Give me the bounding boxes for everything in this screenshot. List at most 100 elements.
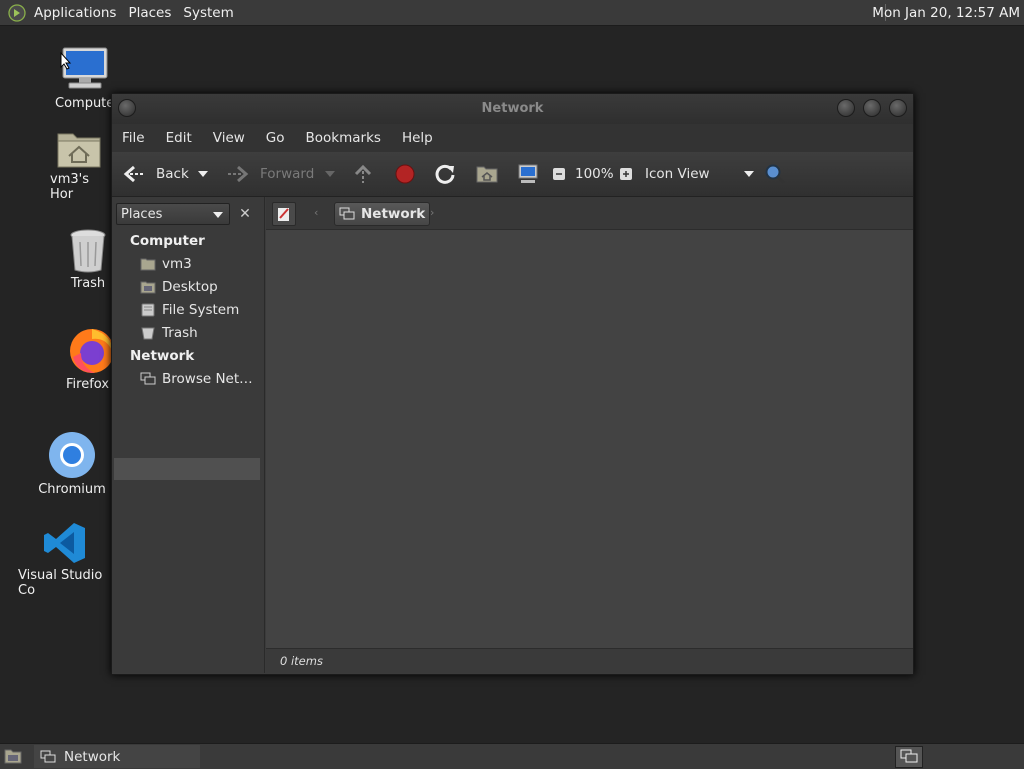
desktop-icon-chromium[interactable]: Chromium (36, 430, 108, 497)
top-panel: Applications Places System Mon Jan 20, 1… (0, 0, 1024, 26)
reload-button[interactable] (434, 152, 456, 196)
bottom-panel: Network (0, 743, 1024, 769)
computer-button[interactable] (517, 152, 539, 196)
window-title: Network (481, 101, 544, 116)
zoom-level[interactable]: 100% (575, 152, 614, 196)
path-button-label: Network (361, 206, 426, 222)
location-bar: ‹ Network › (266, 197, 913, 230)
sidebar-item-label: Desktop (162, 279, 218, 295)
sidebar-item-desktop[interactable]: Desktop (140, 279, 218, 295)
menu-bookmarks[interactable]: Bookmarks (296, 130, 392, 146)
forward-arrow-icon (228, 165, 249, 183)
edit-icon (278, 208, 289, 221)
search-icon (765, 164, 786, 185)
chromium-icon (49, 432, 95, 478)
desktop-icon-vscode[interactable]: Visual Studio Co (18, 520, 112, 598)
desktop-folder-icon (140, 281, 156, 294)
desktop-icon-label: Compute (55, 96, 115, 111)
zoom-in-icon (620, 168, 632, 180)
sidebar-item-label: vm3 (162, 256, 192, 272)
file-manager-window: Network File Edit View Go Bookmarks Help… (111, 93, 914, 675)
trash-icon (70, 229, 106, 273)
sidebar-heading-network: Network (130, 348, 195, 364)
network-icon (140, 372, 156, 385)
network-icon (40, 750, 56, 762)
system-menu[interactable]: System (177, 5, 239, 21)
home-folder-icon (140, 258, 156, 271)
chevron-down-icon (325, 171, 335, 177)
desktop-icon-label: Trash (70, 276, 106, 291)
zoom-out-button[interactable] (552, 152, 566, 196)
path-scroll-left-icon[interactable]: ‹ (314, 206, 318, 219)
view-mode-label: Icon View (645, 166, 710, 182)
menu-view[interactable]: View (203, 130, 256, 146)
home-button[interactable] (476, 152, 498, 196)
location-toggle-button[interactable] (272, 202, 296, 226)
desktop-icon-label: vm3's Hor (50, 172, 89, 202)
network-icon (339, 207, 355, 220)
sidebar-item-vm3[interactable]: vm3 (140, 256, 192, 272)
path-scroll-right-icon[interactable]: › (430, 206, 434, 219)
maximize-button[interactable] (863, 99, 881, 117)
sidebar: Places ✕ Computer vm3 Desktop File Syste… (112, 197, 265, 673)
mate-logo-icon[interactable] (8, 3, 26, 22)
desktop-icon-label: Chromium (38, 482, 106, 497)
desktop-icon-label: Visual Studio Co (18, 568, 103, 598)
computer-icon (518, 164, 538, 183)
firefox-icon (70, 329, 114, 373)
forward-button[interactable]: Forward (226, 152, 314, 196)
window-titlebar[interactable]: Network (112, 94, 913, 124)
back-label: Back (156, 166, 189, 182)
chevron-down-icon (213, 212, 223, 218)
places-menu[interactable]: Places (122, 5, 177, 21)
taskbar-item-network[interactable]: Network (34, 745, 200, 768)
reload-icon (435, 164, 455, 184)
trash-icon (141, 327, 155, 340)
zoom-in-button[interactable] (619, 152, 633, 196)
status-bar: 0 items (266, 648, 913, 673)
close-button[interactable] (889, 99, 907, 117)
sidebar-item-trash[interactable]: Trash (140, 325, 198, 341)
view-mode-select[interactable]: Icon View (645, 152, 754, 196)
sidebar-item-label: Browse Net… (162, 371, 253, 387)
menu-file[interactable]: File (112, 130, 156, 146)
file-view-area[interactable] (266, 230, 913, 648)
home-folder-icon (476, 166, 498, 183)
up-button[interactable] (352, 152, 374, 196)
forward-history-dropdown[interactable] (325, 152, 335, 196)
sidebar-close-button[interactable]: ✕ (234, 203, 256, 225)
minimize-button[interactable] (837, 99, 855, 117)
sidebar-type-select[interactable]: Places (116, 203, 230, 225)
forward-label: Forward (260, 166, 315, 182)
menu-go[interactable]: Go (256, 130, 296, 146)
window-menu-button[interactable] (118, 99, 136, 117)
up-arrow-icon (354, 164, 372, 183)
chevron-down-icon (743, 171, 754, 177)
stop-button[interactable] (394, 152, 416, 196)
item-count: 0 items (280, 654, 323, 668)
menu-edit[interactable]: Edit (156, 130, 203, 146)
show-desktop-icon[interactable] (4, 748, 22, 764)
sidebar-item-label: Trash (162, 325, 198, 341)
back-history-dropdown[interactable] (198, 152, 208, 196)
menu-help[interactable]: Help (392, 130, 444, 146)
search-button[interactable] (764, 152, 786, 196)
desktop-icon-home[interactable]: vm3's Hor (44, 128, 114, 202)
path-button-network[interactable]: Network (334, 202, 431, 226)
back-button[interactable]: Back (122, 152, 189, 196)
stop-icon (395, 164, 415, 184)
desktop-icon-trash[interactable]: Trash (58, 228, 118, 291)
vscode-icon (44, 523, 85, 563)
sidebar-item-browse-network[interactable]: Browse Net… (140, 371, 253, 387)
applications-menu[interactable]: Applications (28, 5, 122, 21)
workspace-switcher[interactable] (895, 746, 923, 768)
menu-bar: File Edit View Go Bookmarks Help (112, 124, 913, 152)
sidebar-item-file-system[interactable]: File System (140, 302, 239, 318)
chevron-down-icon (198, 171, 208, 177)
network-icon (900, 749, 918, 763)
drive-icon (141, 303, 155, 317)
zoom-out-icon (553, 168, 565, 180)
clock[interactable]: Mon Jan 20, 12:57 AM (872, 5, 1020, 21)
sidebar-item-label: File System (162, 302, 240, 318)
back-arrow-icon (123, 165, 144, 183)
